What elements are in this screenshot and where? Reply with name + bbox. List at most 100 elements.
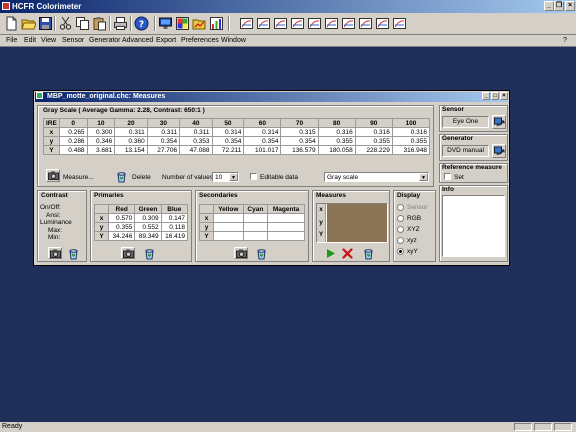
table-cell[interactable]: 0.570: [107, 213, 136, 223]
radio-button[interactable]: [397, 248, 404, 255]
sensor-field[interactable]: Eye One: [442, 116, 489, 128]
editable-data-label[interactable]: Editable data: [260, 174, 298, 181]
table-cell[interactable]: [242, 213, 269, 223]
table-cell[interactable]: 136.579: [280, 145, 319, 155]
child-minimize-button[interactable]: _: [482, 92, 490, 100]
number-of-values-select[interactable]: 10 ▼: [212, 172, 239, 182]
app-title-bar[interactable]: HCFR Colorimeter: [0, 0, 576, 13]
primaries-delete-button[interactable]: [142, 247, 156, 260]
table-cell[interactable]: 0.316: [317, 127, 356, 137]
toolbar-button-view4[interactable]: [289, 15, 306, 32]
table-cell[interactable]: [213, 222, 244, 232]
secondaries-measure-button[interactable]: [234, 247, 248, 259]
table-cell[interactable]: 0.300: [86, 127, 116, 137]
table-cell[interactable]: 0.488: [58, 145, 88, 155]
table-cell[interactable]: 0.316: [391, 127, 431, 137]
primaries-table[interactable]: Red Green Blue x 0.570 0.309 0.147 y 0.355 0.552 0…: [94, 204, 189, 241]
toolbar-button-view2[interactable]: [255, 15, 272, 32]
toolbar-button-palette[interactable]: [174, 15, 191, 32]
stop-button[interactable]: [342, 248, 354, 259]
table-cell[interactable]: 0.354: [243, 136, 282, 146]
table-cell[interactable]: [267, 222, 305, 232]
table-cell[interactable]: 13.154: [114, 145, 148, 155]
display-option-xyz[interactable]: XYZ: [397, 225, 435, 236]
table-cell[interactable]: 0.286: [58, 136, 88, 146]
toolbar-button-copy[interactable]: [74, 15, 91, 32]
table-cell[interactable]: 27.706: [146, 145, 181, 155]
reference-set-label[interactable]: Set: [454, 174, 464, 181]
menu-generator[interactable]: Generator: [89, 37, 121, 44]
table-cell[interactable]: 0.355: [317, 136, 356, 146]
toolbar-button-view3[interactable]: [272, 15, 289, 32]
close-button[interactable]: ×: [565, 1, 575, 11]
toolbar-button-view10[interactable]: [391, 15, 408, 32]
measure-label[interactable]: Measure...: [63, 174, 94, 181]
radio-button[interactable]: [397, 237, 404, 244]
dropdown-arrow-icon[interactable]: ▼: [229, 173, 238, 181]
dropdown-arrow-icon[interactable]: ▼: [419, 173, 428, 181]
table-cell[interactable]: 0.354: [280, 136, 319, 146]
toolbar-button-save[interactable]: [37, 15, 54, 32]
table-cell[interactable]: 0.354: [146, 136, 181, 146]
toolbar-button-chart[interactable]: [208, 15, 225, 32]
table-cell[interactable]: [267, 231, 305, 241]
app-icon[interactable]: [2, 2, 10, 10]
menu-file[interactable]: File: [6, 37, 17, 44]
document-icon[interactable]: [36, 92, 43, 99]
menu-sensor[interactable]: Sensor: [62, 37, 84, 44]
menu-view[interactable]: View: [41, 37, 56, 44]
table-cell[interactable]: 180.058: [317, 145, 356, 155]
table-cell[interactable]: 0.311: [146, 127, 181, 137]
menu-help[interactable]: ?: [563, 37, 567, 44]
table-cell[interactable]: [213, 231, 244, 241]
toolbar-button-help[interactable]: ?: [133, 15, 150, 32]
child-maximize-button[interactable]: □: [491, 92, 499, 100]
toolbar-button-view8[interactable]: [357, 15, 374, 32]
table-cell[interactable]: 0.355: [354, 136, 393, 146]
table-cell[interactable]: 89.349: [134, 231, 162, 241]
generator-field[interactable]: DVD manual: [442, 145, 489, 157]
secondaries-delete-button[interactable]: [254, 247, 268, 260]
play-button[interactable]: [325, 248, 337, 259]
menu-window[interactable]: Window: [221, 37, 246, 44]
generator-settings-button[interactable]: [492, 144, 506, 158]
reference-set-checkbox[interactable]: [444, 173, 451, 180]
table-cell[interactable]: 0.314: [243, 127, 282, 137]
minimize-button[interactable]: _: [544, 1, 554, 11]
grayscale-table[interactable]: IRE 0 10 20 30 40 50 60 70 80 90 100 x 0.…: [43, 118, 431, 155]
table-cell[interactable]: 0.309: [134, 213, 162, 223]
display-option-xyy[interactable]: xyY: [397, 247, 435, 258]
primaries-measure-button[interactable]: [121, 247, 135, 259]
table-cell[interactable]: 0.311: [179, 127, 213, 137]
menu-edit[interactable]: Edit: [24, 37, 36, 44]
table-cell[interactable]: 0.360: [114, 136, 148, 146]
table-cell[interactable]: 47.088: [179, 145, 213, 155]
toolbar-button-view7[interactable]: [340, 15, 357, 32]
table-cell[interactable]: [242, 222, 269, 232]
delete-label[interactable]: Delete: [132, 174, 151, 181]
table-cell[interactable]: 16.419: [160, 231, 189, 241]
table-cell[interactable]: 72.211: [211, 145, 245, 155]
display-option-sensor[interactable]: Sensor: [397, 203, 435, 214]
toolbar-button-print[interactable]: [112, 15, 129, 32]
table-cell[interactable]: 0.355: [107, 222, 136, 232]
toolbar-button-folder-chart[interactable]: [191, 15, 208, 32]
table-cell[interactable]: 0.355: [391, 136, 431, 146]
table-cell[interactable]: 0.311: [114, 127, 148, 137]
menu-export[interactable]: Export: [156, 37, 176, 44]
table-cell[interactable]: 0.265: [58, 127, 88, 137]
radio-button[interactable]: [397, 215, 404, 222]
radio-button[interactable]: [397, 226, 404, 233]
display-option-xyz[interactable]: xyz: [397, 236, 435, 247]
table-cell[interactable]: 0.118: [160, 222, 189, 232]
radio-button[interactable]: [397, 204, 404, 211]
table-cell[interactable]: 34.246: [107, 231, 136, 241]
measures-window-title-bar[interactable]: MBP_motte_original.chc: Measures: [35, 92, 508, 102]
table-cell[interactable]: 0.315: [280, 127, 319, 137]
menu-advanced[interactable]: Advanced: [122, 37, 153, 44]
info-panel[interactable]: [442, 195, 505, 257]
table-cell[interactable]: 0.354: [211, 136, 245, 146]
contrast-delete-button[interactable]: [66, 247, 80, 260]
table-cell[interactable]: [267, 213, 305, 223]
measure-button[interactable]: [46, 169, 60, 182]
